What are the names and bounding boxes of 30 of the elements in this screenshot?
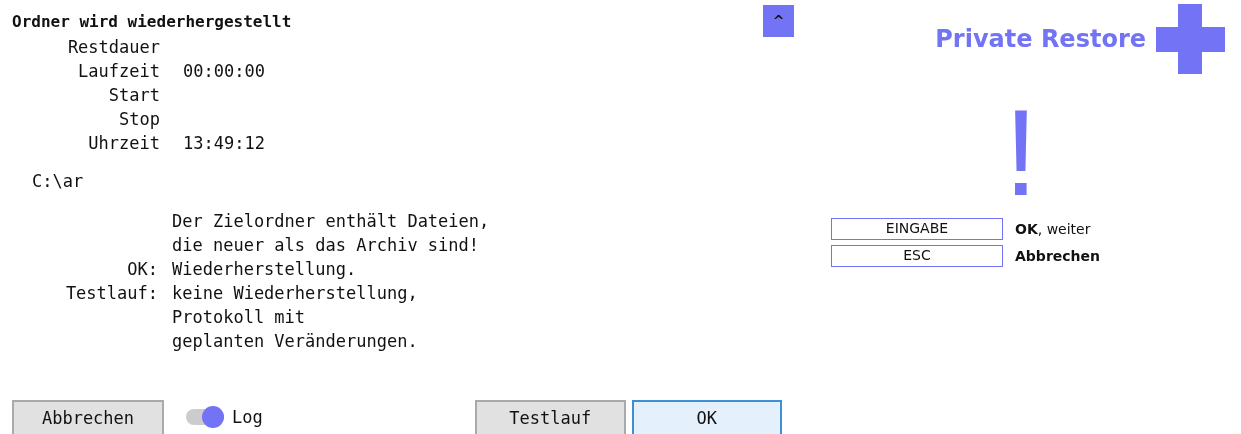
message-line: Der Zielordner enthält Dateien, <box>172 210 491 233</box>
folder-path: C:\ar <box>32 170 85 193</box>
key-description: OK, weiter <box>1015 221 1091 237</box>
exclamation-mark: ! <box>1004 98 1038 208</box>
message-line: Protokoll mit <box>172 306 307 329</box>
dialog-title: Ordner wird wiederhergestellt <box>12 11 292 33</box>
stat-label: Laufzeit <box>77 60 160 83</box>
action-button[interactable]: Abbrechen <box>12 400 164 434</box>
stat-label: Restdauer <box>66 36 160 59</box>
stat-label: Start <box>107 84 160 107</box>
message-line: Wiederherstellung. <box>172 258 358 281</box>
key-description: Abbrechen <box>1015 248 1100 264</box>
action-button[interactable]: Testlauf <box>474 400 626 434</box>
toggle-label: Log <box>232 407 263 427</box>
stat-label: Stop <box>118 108 160 131</box>
ok-button[interactable]: OK <box>631 400 782 434</box>
message-label: Testlauf: <box>64 282 158 305</box>
message-line: geplanten Veränderungen. <box>172 330 419 353</box>
collapse-button[interactable]: ^ <box>763 5 794 37</box>
stat-value: 00:00:00 <box>183 60 266 83</box>
log-toggle[interactable] <box>186 409 224 425</box>
stat-value: 13:49:12 <box>183 132 266 155</box>
key-label: EINGABE <box>831 218 1003 240</box>
brand-name: Private Restore <box>935 25 1146 53</box>
plus-icon <box>1156 4 1225 74</box>
key-label: ESC <box>831 245 1003 267</box>
message-line: die neuer als das Archiv sind! <box>172 234 481 257</box>
stat-label: Uhrzeit <box>87 132 160 155</box>
message-line: keine Wiederherstellung, <box>172 282 419 305</box>
message-label: OK: <box>126 258 158 281</box>
